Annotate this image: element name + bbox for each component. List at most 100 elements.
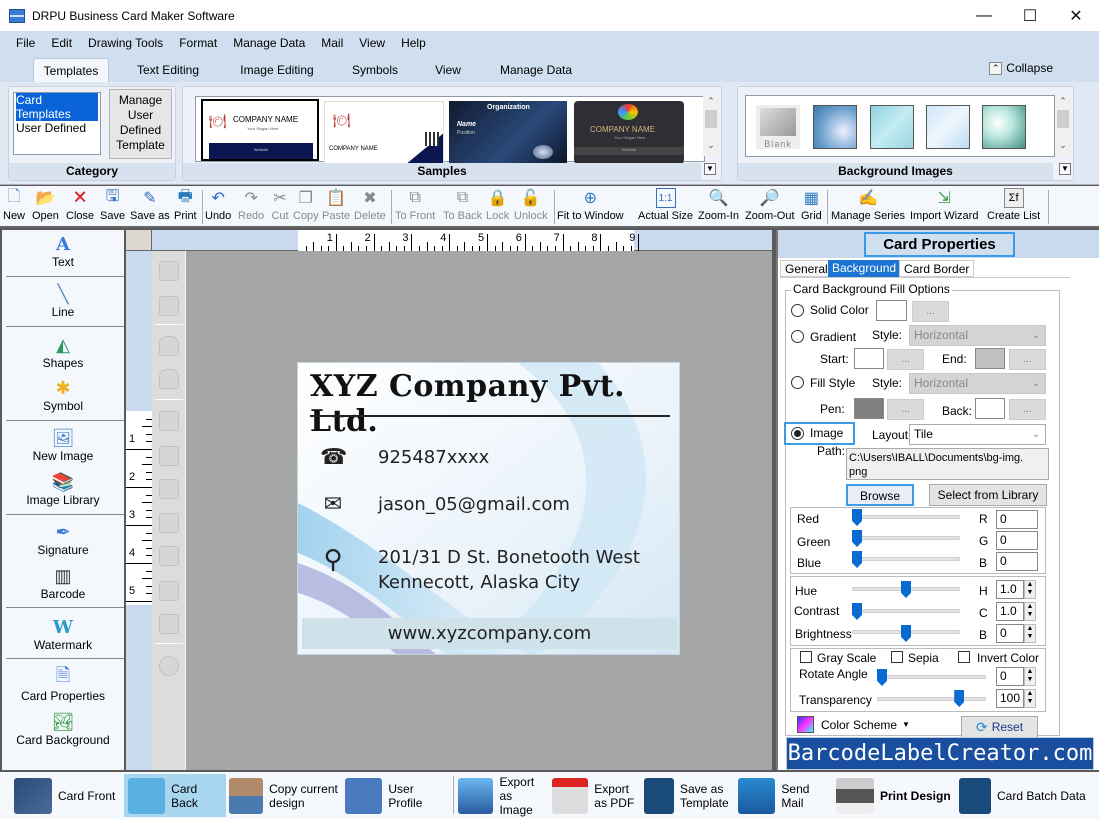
paste-button[interactable]: 📋 Paste — [322, 188, 350, 226]
card-website[interactable]: www.xyzcompany.com — [302, 618, 677, 649]
tab-manage-data[interactable]: Manage Data — [490, 58, 582, 82]
contrast-slider[interactable] — [852, 609, 960, 613]
card-email-row[interactable]: ✉ jason_05@gmail.com — [320, 492, 570, 517]
category-list[interactable]: Card Templates User Defined — [13, 92, 101, 155]
solid-color-picker-button[interactable]: ... — [912, 301, 949, 322]
bring-forward-icon[interactable] — [159, 261, 179, 281]
grid-button[interactable]: ▦ Grid — [801, 188, 822, 226]
manage-series-button[interactable]: ✍ Manage Series — [831, 188, 905, 226]
tab-view[interactable]: View — [428, 58, 468, 82]
tab-text-editing[interactable]: Text Editing — [128, 58, 208, 82]
redo-button[interactable]: ↷ Redo — [238, 188, 264, 226]
rotate-angle-field[interactable]: 0 — [996, 667, 1024, 686]
zoom-in-button[interactable]: 🔍 Zoom-In — [698, 188, 739, 226]
tab-background[interactable]: Background — [828, 260, 901, 277]
send-backward-icon[interactable] — [159, 296, 179, 316]
category-item-user-defined[interactable]: User Defined — [14, 121, 100, 135]
sample-thumb-3[interactable]: Organization Name Position — [449, 101, 567, 164]
green-value-field[interactable]: 0 — [996, 531, 1038, 550]
import-wizard-button[interactable]: ⇲ Import Wizard — [910, 188, 978, 226]
bg-thumb-blank[interactable]: Blank — [756, 105, 800, 149]
tab-templates[interactable]: Templates — [33, 58, 109, 82]
contrast-spinner[interactable]: ▲ ▼ — [1024, 602, 1036, 621]
signature-tool[interactable]: ✒ Signature — [2, 521, 124, 558]
pen-color-swatch[interactable] — [854, 398, 884, 419]
card-back-button[interactable]: Card Back — [124, 774, 226, 817]
sample-thumb-1[interactable]: 🍽 COMPANY NAME Your Slogan Here Website — [201, 99, 319, 161]
delete-button[interactable]: ✖ Delete — [354, 188, 386, 226]
card-company-name[interactable]: XYZ Company Pvt. Ltd. — [310, 369, 679, 439]
brightness-value-field[interactable]: 0 — [996, 624, 1024, 643]
collapse-button[interactable]: ⌃ Collapse — [989, 61, 1053, 75]
symbol-tool[interactable]: ✱ Symbol — [2, 377, 124, 414]
scroll-down-icon[interactable]: ⌄ — [1055, 140, 1071, 154]
tab-card-border[interactable]: Card Border — [899, 260, 975, 277]
menu-manage-data[interactable]: Manage Data — [233, 36, 305, 50]
shapes-tool[interactable]: ◭ Shapes — [2, 334, 124, 371]
menu-view[interactable]: View — [359, 36, 385, 50]
solid-color-radio[interactable] — [791, 304, 804, 317]
unlock-button[interactable]: 🔓 Unlock — [514, 188, 548, 226]
tab-symbols[interactable]: Symbols — [345, 58, 405, 82]
close-file-button[interactable]: 🗙 Close — [66, 188, 94, 226]
card-properties-tool[interactable]: 🗎 Card Properties — [2, 665, 124, 703]
fill-style-dropdown[interactable]: Horizontal ⌄ — [909, 373, 1046, 394]
close-button[interactable]: ✕ — [1053, 0, 1099, 31]
unlock-object-icon[interactable] — [159, 369, 179, 389]
zoom-object-icon[interactable] — [159, 656, 179, 676]
rotate-angle-spinner[interactable]: ▲ ▼ — [1024, 667, 1036, 686]
tab-image-editing[interactable]: Image Editing — [232, 58, 322, 82]
card-batch-data-button[interactable]: Card Batch Data — [959, 774, 1089, 817]
menu-drawing-tools[interactable]: Drawing Tools — [88, 36, 163, 50]
lock-button[interactable]: 🔒 Lock — [486, 188, 509, 226]
new-button[interactable]: 🗋 New — [3, 188, 25, 226]
transparency-slider[interactable] — [877, 697, 986, 701]
user-profile-button[interactable]: User Profile — [345, 774, 450, 817]
save-button[interactable]: 🖫 Save — [100, 188, 125, 226]
scroll-down-icon[interactable]: ⌄ — [703, 140, 719, 154]
print-button[interactable]: 🖶 Print — [174, 188, 197, 226]
green-slider[interactable] — [852, 536, 960, 540]
align-right-icon[interactable] — [159, 446, 179, 466]
transparency-field[interactable]: 100 — [996, 689, 1024, 708]
copy-current-design-button[interactable]: Copy current design — [229, 774, 341, 817]
back-color-swatch[interactable] — [975, 398, 1005, 419]
gradient-end-swatch[interactable] — [975, 348, 1005, 369]
center-object-icon[interactable] — [159, 614, 179, 634]
to-back-button[interactable]: ⧉ To Back — [443, 188, 482, 226]
image-library-tool[interactable]: 📚 Image Library — [2, 471, 124, 508]
menu-mail[interactable]: Mail — [321, 36, 343, 50]
bg-thumb-blue-swirl[interactable] — [813, 105, 857, 149]
open-button[interactable]: 📂 Open — [32, 188, 59, 226]
save-template-button[interactable]: Save as Template — [644, 774, 732, 817]
select-from-library-button[interactable]: Select from Library — [929, 484, 1047, 506]
blue-value-field[interactable]: 0 — [996, 552, 1038, 571]
card-front-button[interactable]: Card Front — [14, 774, 120, 817]
invert-color-checkbox[interactable] — [958, 651, 970, 663]
sample-thumb-2[interactable]: 🍽 COMPANY NAME — [324, 101, 444, 164]
card-address-row[interactable]: ⚲ 201/31 D St. Bonetooth West Kennecott,… — [320, 545, 639, 595]
browse-button[interactable]: Browse — [846, 484, 914, 506]
bg-thumb-light-blue[interactable] — [926, 105, 970, 149]
barcode-tool[interactable]: ▥ Barcode — [2, 565, 124, 602]
print-design-button[interactable]: Print Design — [836, 774, 956, 817]
samples-expand-icon[interactable]: ▼ — [704, 163, 716, 175]
reset-button[interactable]: ⟳ Reset — [961, 716, 1038, 738]
watermark-tool[interactable]: W Watermark — [2, 616, 124, 653]
rotate-angle-slider[interactable] — [877, 675, 986, 679]
gradient-radio[interactable] — [791, 330, 804, 343]
gradient-style-dropdown[interactable]: Horizontal ⌄ — [909, 325, 1046, 346]
business-card[interactable]: XYZ Company Pvt. Ltd. ☎ 925487xxxx ✉ jason… — [297, 362, 680, 655]
path-field[interactable]: C:\Users\IBALL\Documents\bg-img.png — [846, 448, 1049, 480]
solid-color-swatch[interactable] — [876, 300, 907, 321]
gradient-start-swatch[interactable] — [854, 348, 884, 369]
menu-file[interactable]: File — [16, 36, 35, 50]
gray-scale-checkbox[interactable] — [800, 651, 812, 663]
align-top-icon[interactable] — [159, 479, 179, 499]
fill-style-radio[interactable] — [791, 376, 804, 389]
menu-edit[interactable]: Edit — [51, 36, 72, 50]
maximize-button[interactable]: ☐ — [1007, 0, 1053, 31]
menu-format[interactable]: Format — [179, 36, 217, 50]
zoom-out-button[interactable]: 🔎 Zoom-Out — [745, 188, 795, 226]
to-front-button[interactable]: ⧉ To Front — [395, 188, 435, 226]
